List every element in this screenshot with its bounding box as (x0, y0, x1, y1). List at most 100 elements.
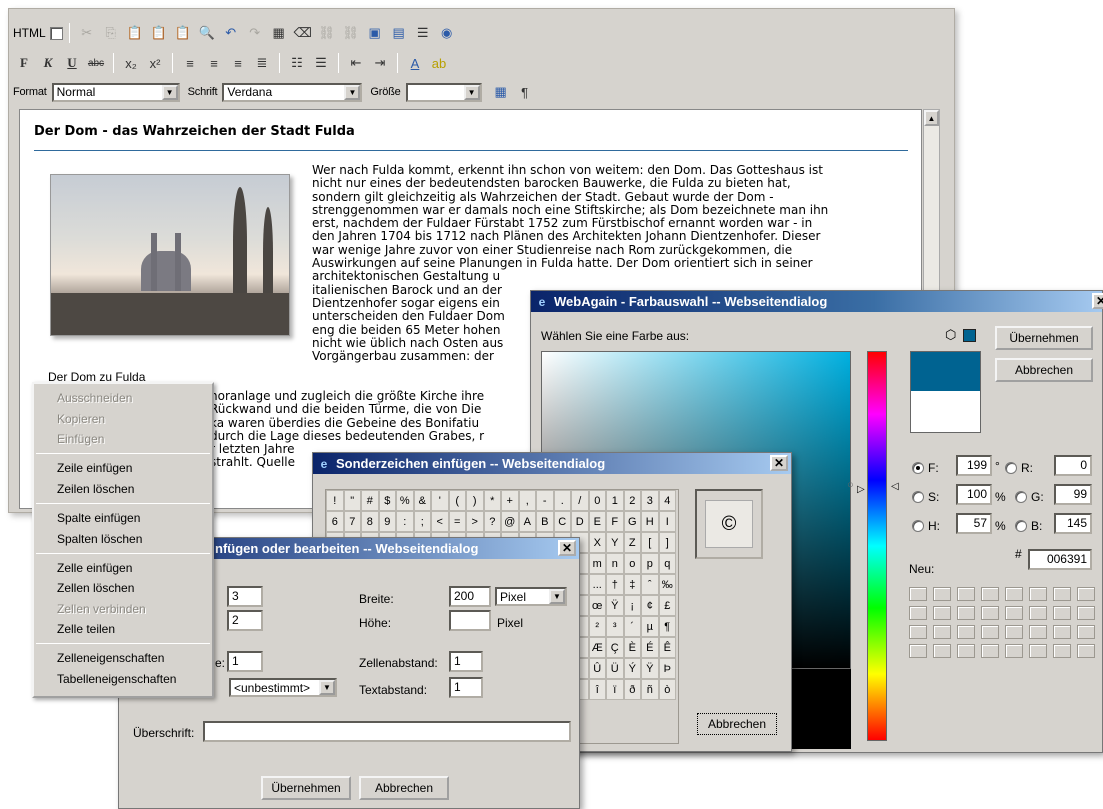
custom-color-slot[interactable] (909, 644, 927, 658)
bold-button[interactable]: F (13, 52, 35, 74)
brightness-input[interactable]: 57 (956, 513, 992, 534)
custom-color-slot[interactable] (1029, 625, 1047, 639)
height-input[interactable] (449, 610, 491, 631)
context-menu-item[interactable]: Spalte einfügen (34, 508, 212, 528)
char-cell[interactable]: o (623, 553, 641, 574)
char-cell[interactable]: 2 (623, 490, 641, 511)
char-cell[interactable]: ³ (606, 616, 624, 637)
custom-color-slot[interactable] (909, 625, 927, 639)
custom-color-slot[interactable] (1005, 625, 1023, 639)
context-menu-item[interactable]: Zeile einfügen (34, 458, 212, 478)
radio-blue[interactable] (1015, 520, 1027, 532)
char-cell[interactable]: ' (431, 490, 449, 511)
close-icon[interactable]: ✕ (558, 540, 576, 556)
table-icon[interactable]: ▤ (388, 22, 410, 44)
char-cell[interactable]: ð (623, 679, 641, 700)
bullet-list-icon[interactable]: ☰ (310, 52, 332, 74)
char-cell[interactable]: - (536, 490, 554, 511)
custom-color-slot[interactable] (933, 625, 951, 639)
scroll-up-icon[interactable]: ▲ (924, 110, 939, 126)
hue-slider[interactable] (867, 351, 887, 741)
custom-color-slot[interactable] (981, 606, 999, 620)
char-cell[interactable]: Ü (606, 658, 624, 679)
custom-color-slot[interactable] (933, 644, 951, 658)
cathedral-photo[interactable] (50, 174, 290, 336)
custom-color-slot[interactable] (1005, 587, 1023, 601)
char-cell[interactable]: Û (588, 658, 606, 679)
radio-red[interactable] (1005, 462, 1017, 474)
char-cell[interactable]: ² (588, 616, 606, 637)
highlight-color-icon[interactable]: ab (428, 52, 450, 74)
align-select[interactable]: <unbestimmt> ▼ (229, 678, 337, 697)
char-cell[interactable]: ] (658, 532, 676, 553)
custom-color-slot[interactable] (957, 606, 975, 620)
blue-input[interactable]: 145 (1054, 513, 1092, 534)
char-cell[interactable]: £ (658, 595, 676, 616)
align-left-icon[interactable]: ≡ (179, 52, 201, 74)
chevron-down-icon[interactable]: ▼ (161, 84, 178, 100)
paste-text-icon[interactable]: 📋 (148, 22, 170, 44)
char-cell[interactable]: " (343, 490, 361, 511)
char-cell[interactable]: $ (378, 490, 396, 511)
apply-button[interactable]: Übernehmen (261, 776, 351, 800)
char-cell[interactable]: Ý (623, 658, 641, 679)
hue-input[interactable]: 199 (956, 455, 992, 476)
caption-input[interactable] (203, 721, 571, 742)
radio-saturation[interactable] (912, 491, 924, 503)
paste-word-icon[interactable]: 📋 (172, 22, 194, 44)
cell-padding-input[interactable]: 1 (449, 677, 483, 698)
char-cell[interactable]: Ÿ (641, 658, 659, 679)
char-cell[interactable]: D (571, 511, 589, 532)
char-cell[interactable]: È (623, 637, 641, 658)
radio-brightness[interactable] (912, 520, 924, 532)
custom-color-slot[interactable] (957, 587, 975, 601)
context-menu-item[interactable]: Spalten löschen (34, 528, 212, 548)
char-cell[interactable]: * (483, 490, 501, 511)
char-cell[interactable]: 7 (343, 511, 361, 532)
custom-color-slot[interactable] (1029, 644, 1047, 658)
subscript-button[interactable]: x₂ (120, 52, 142, 74)
char-cell[interactable]: Ÿ (606, 595, 624, 616)
chevron-down-icon[interactable]: ▼ (463, 84, 480, 100)
char-cell[interactable]: ò (658, 679, 676, 700)
custom-color-slot[interactable] (909, 587, 927, 601)
custom-color-slot[interactable] (1005, 606, 1023, 620)
hue-arrow-left-icon[interactable]: ▷ (857, 484, 865, 495)
char-cell[interactable]: ˆ (641, 574, 659, 595)
char-cell[interactable]: 1 (606, 490, 624, 511)
context-menu-item[interactable]: Tabelleneigenschaften (34, 669, 212, 689)
custom-color-slot[interactable] (933, 606, 951, 620)
char-cell[interactable]: n (606, 553, 624, 574)
char-cell[interactable]: : (396, 511, 414, 532)
align-justify-icon[interactable]: ≣ (251, 52, 273, 74)
custom-color-slot[interactable] (1077, 625, 1095, 639)
underline-button[interactable]: U (61, 52, 83, 74)
indent-icon[interactable]: ⇥ (369, 52, 391, 74)
char-cell[interactable]: ï (606, 679, 624, 700)
char-cell[interactable]: m (588, 553, 606, 574)
custom-color-slot[interactable] (1029, 587, 1047, 601)
special-char-icon[interactable]: ◉ (436, 22, 458, 44)
custom-color-slot[interactable] (1053, 606, 1071, 620)
html-mode-checkbox[interactable] (49, 26, 63, 40)
char-cell[interactable]: & (413, 490, 431, 511)
char-cell[interactable]: > (466, 511, 484, 532)
char-cell[interactable]: ? (483, 511, 501, 532)
format-select[interactable]: Normal ▼ (51, 82, 180, 102)
char-cell[interactable]: ) (466, 490, 484, 511)
superscript-button[interactable]: x² (144, 52, 166, 74)
find-icon[interactable]: 🔍 (196, 22, 218, 44)
strikethrough-button[interactable]: abc (85, 52, 107, 74)
custom-color-slot[interactable] (957, 625, 975, 639)
char-cell[interactable]: < (431, 511, 449, 532)
char-cell[interactable]: = (448, 511, 466, 532)
char-cell[interactable]: + (501, 490, 519, 511)
char-cell[interactable]: ¡ (623, 595, 641, 616)
char-cell[interactable]: H (641, 511, 659, 532)
char-cell[interactable]: Y (606, 532, 624, 553)
horizontal-rule-icon[interactable]: ☰ (412, 22, 434, 44)
context-menu-item[interactable]: Zelleneigenschaften (34, 648, 212, 668)
char-cell[interactable]: . (553, 490, 571, 511)
custom-color-slot[interactable] (1077, 644, 1095, 658)
cancel-button[interactable]: Abbrechen (697, 713, 777, 735)
